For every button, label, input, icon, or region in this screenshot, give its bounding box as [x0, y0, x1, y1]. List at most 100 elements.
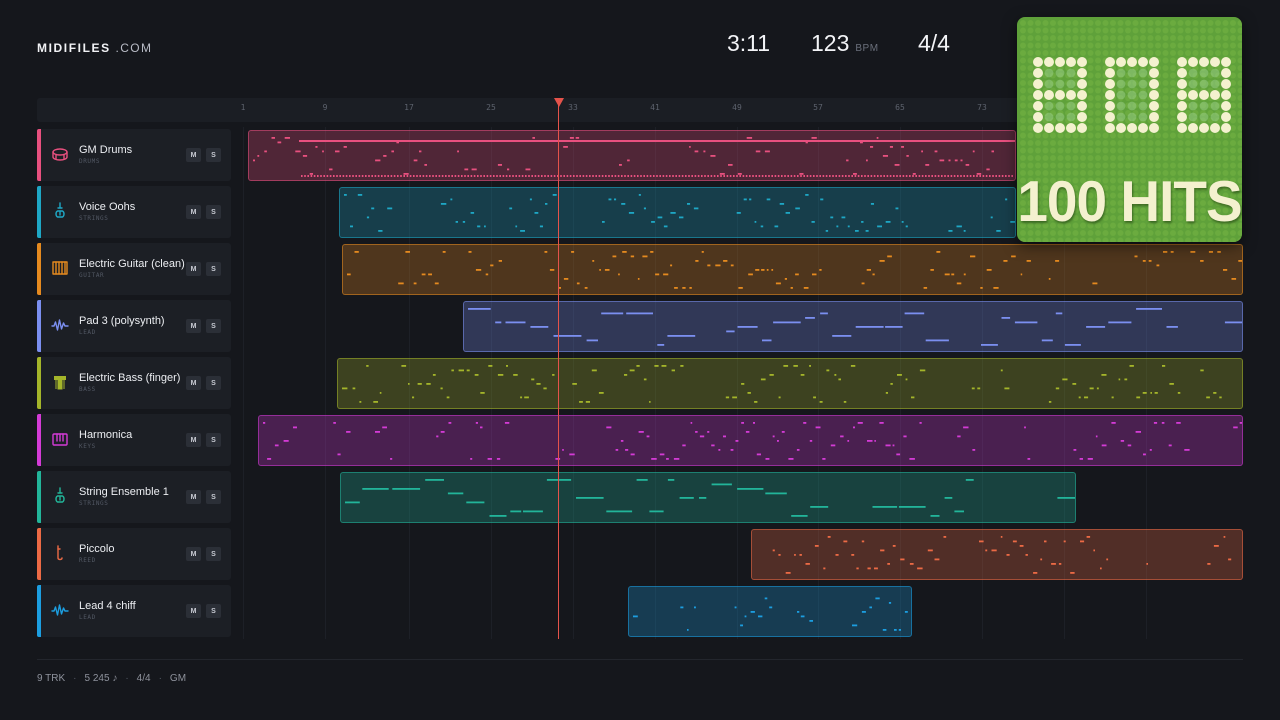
midi-clip[interactable]	[463, 301, 1243, 352]
mute-button[interactable]: M	[186, 319, 201, 333]
clip-notes	[253, 137, 1015, 177]
track-header-1[interactable]: GM Drums DRUMS M S	[37, 129, 231, 181]
solo-button[interactable]: S	[206, 604, 221, 618]
solo-button[interactable]: S	[206, 319, 221, 333]
track-name: Piccolo	[79, 543, 115, 555]
track-header-6[interactable]: Harmonica KEYS M S	[37, 414, 231, 466]
ruler-bar-49: 49	[732, 103, 742, 112]
grid-line	[243, 127, 244, 639]
tempo-display: 123 BPM	[811, 30, 879, 60]
mute-button[interactable]: M	[186, 433, 201, 447]
track-name: Electric Bass (finger)	[79, 372, 181, 384]
bass-icon	[54, 376, 66, 390]
solo-button[interactable]: S	[206, 547, 221, 561]
track-category: STRINGS	[79, 500, 109, 507]
midi-clip[interactable]	[258, 415, 1243, 466]
track-color-bar	[37, 414, 41, 466]
clip-notes	[345, 479, 1075, 517]
track-color-bar	[37, 186, 41, 238]
clip-notes	[772, 536, 1232, 574]
midi-clip[interactable]	[342, 244, 1243, 295]
time-value: 3:11	[727, 30, 771, 56]
track-color-bar	[37, 129, 41, 181]
ruler-bar-1: 1	[240, 103, 246, 112]
track-name: Electric Guitar (clean)	[79, 258, 185, 270]
ruler-bar-25: 25	[486, 103, 496, 112]
mute-button[interactable]: M	[186, 148, 201, 162]
brand-logo: MIDIFILES .COM	[37, 41, 153, 55]
track-category: BASS	[79, 386, 96, 393]
track-color-bar	[37, 357, 41, 409]
ruler-bar-41: 41	[650, 103, 660, 112]
track-category: STRINGS	[79, 215, 109, 222]
footer-divider	[37, 659, 1243, 660]
reed-icon	[57, 545, 63, 561]
guitar-icon	[52, 261, 68, 275]
tempo-unit: BPM	[855, 43, 879, 54]
midi-clip[interactable]	[628, 586, 912, 637]
midi-clip[interactable]	[337, 358, 1243, 409]
track-color-bar	[37, 243, 41, 295]
mute-button[interactable]: M	[186, 604, 201, 618]
ruler-bar-73: 73	[977, 103, 987, 112]
track-color-bar	[37, 300, 41, 352]
mute-button[interactable]: M	[186, 490, 201, 504]
solo-button[interactable]: S	[206, 205, 221, 219]
track-category: KEYS	[79, 443, 96, 450]
track-name: Pad 3 (polysynth)	[79, 315, 165, 327]
ruler-bar-33: 33	[568, 103, 578, 112]
track-header-7[interactable]: String Ensemble 1 STRINGS M S	[37, 471, 231, 523]
standard-label: GM	[169, 673, 187, 684]
track-name: Harmonica	[79, 429, 133, 441]
track-header-3[interactable]: Electric Guitar (clean) GUITAR M S	[37, 243, 231, 295]
clip-notes	[263, 422, 1242, 460]
track-color-bar	[37, 471, 41, 523]
playhead-handle[interactable]	[554, 98, 564, 107]
track-category: GUITAR	[79, 272, 105, 279]
solo-button[interactable]: S	[206, 376, 221, 390]
mute-button[interactable]: M	[186, 262, 201, 276]
mute-button[interactable]: M	[186, 547, 201, 561]
midi-clip[interactable]	[248, 130, 1016, 181]
track-header-8[interactable]: Piccolo REED M S	[37, 528, 231, 580]
ruler-bar-17: 17	[404, 103, 414, 112]
grid-line	[325, 127, 326, 639]
track-category: REED	[79, 557, 96, 564]
track-color-bar	[37, 528, 41, 580]
solo-button[interactable]: S	[206, 148, 221, 162]
status-footer: 9 TRK · 5 245 ♪ · 4/4 · GM	[37, 673, 187, 684]
ruler-bar-57: 57	[813, 103, 823, 112]
solo-button[interactable]: S	[206, 490, 221, 504]
solo-button[interactable]: S	[206, 433, 221, 447]
violin-icon	[55, 202, 65, 218]
playhead[interactable]	[558, 100, 559, 639]
album-subtitle: 100 HITS	[1017, 168, 1242, 234]
time-display: 3:11	[727, 30, 770, 60]
solo-button[interactable]: S	[206, 262, 221, 276]
track-color-bar	[37, 585, 41, 637]
track-count: 9 TRK	[37, 673, 66, 684]
track-header-9[interactable]: Lead 4 chiff LEAD M S	[37, 585, 231, 637]
track-header-4[interactable]: Pad 3 (polysynth) LEAD M S	[37, 300, 231, 352]
drum-icon	[52, 148, 68, 161]
time-signature-value: 4/4	[918, 30, 950, 56]
track-header-2[interactable]: Voice Oohs STRINGS M S	[37, 186, 231, 238]
track-name: GM Drums	[79, 144, 133, 156]
violin-icon	[55, 487, 65, 503]
ruler-bar-65: 65	[895, 103, 905, 112]
tempo-value: 123	[811, 30, 850, 56]
track-name: Voice Oohs	[79, 201, 136, 213]
track-name: String Ensemble 1	[79, 486, 169, 498]
waveform-icon	[51, 319, 69, 331]
mute-button[interactable]: M	[186, 376, 201, 390]
midi-clip[interactable]	[340, 472, 1076, 523]
mute-button[interactable]: M	[186, 205, 201, 219]
clip-notes	[342, 365, 1222, 403]
album-cover: 100 HITS	[1017, 17, 1242, 242]
ruler-bar-9: 9	[322, 103, 328, 112]
clip-notes	[344, 194, 1015, 232]
midi-clip[interactable]	[339, 187, 1016, 238]
meter-label: 4/4	[136, 673, 151, 684]
track-header-5[interactable]: Electric Bass (finger) BASS M S	[37, 357, 231, 409]
midi-clip[interactable]	[751, 529, 1243, 580]
